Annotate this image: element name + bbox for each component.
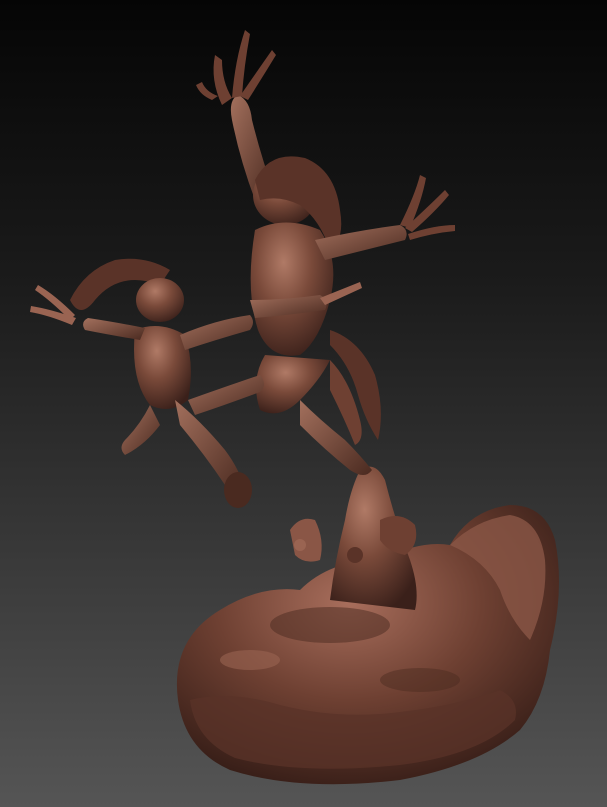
render-viewport xyxy=(0,0,607,807)
leaping-figure xyxy=(30,258,264,508)
clawed-figure xyxy=(196,30,455,475)
sculpture-render xyxy=(30,30,559,785)
